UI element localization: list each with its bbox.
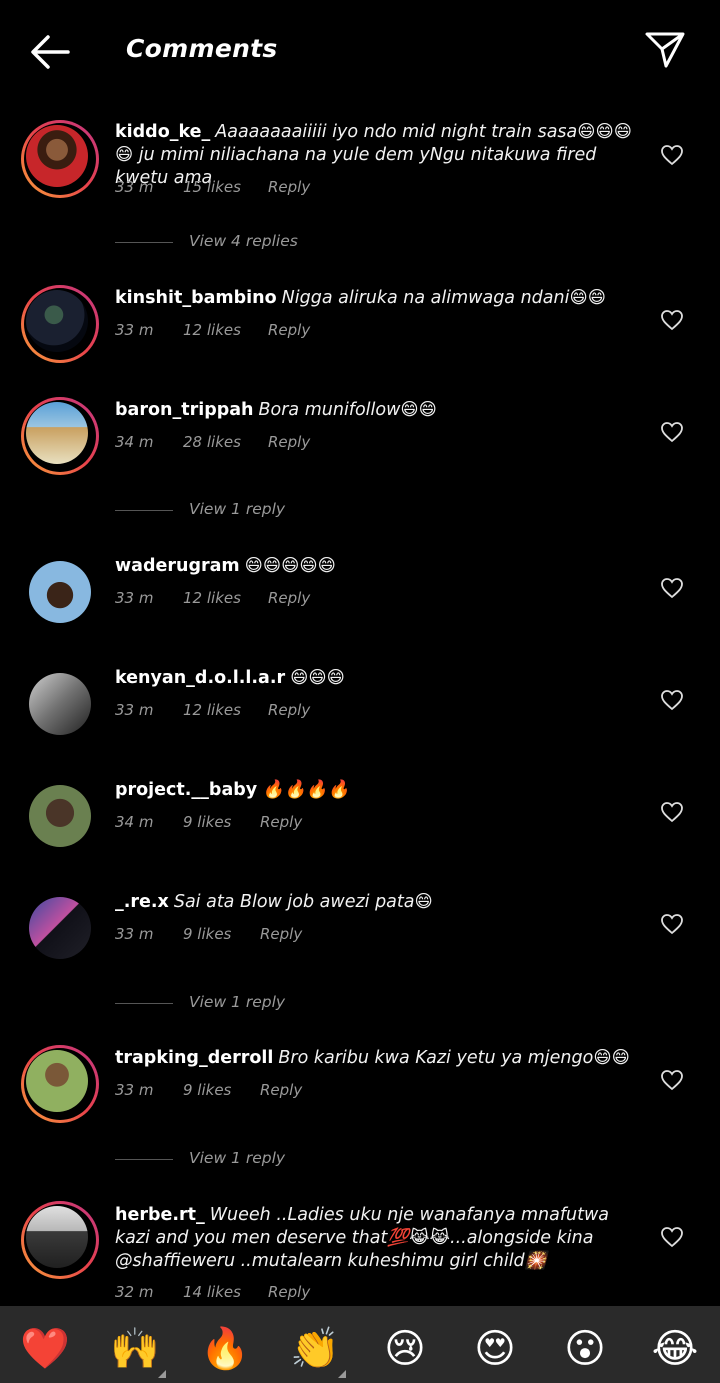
header: Comments: [0, 0, 720, 100]
avatar[interactable]: [21, 665, 99, 743]
skin-tone-indicator-icon: [158, 1370, 166, 1378]
comment-text: Bro karibu kwa Kazi yetu ya mjengo😄😄: [278, 1048, 630, 1068]
reply-button[interactable]: Reply: [260, 1081, 302, 1099]
like-heart-icon[interactable]: [660, 913, 684, 935]
divider-line: [115, 1003, 173, 1004]
comment-likes[interactable]: 12 likes: [183, 321, 241, 339]
comment-time: 33 m: [115, 321, 154, 339]
like-heart-icon[interactable]: [660, 144, 684, 166]
raised-hands-emoji: 🙌: [110, 1326, 160, 1372]
comment-username[interactable]: kinshit_bambino: [115, 288, 277, 308]
tears-of-joy-emoji-button[interactable]: 😂: [650, 1324, 700, 1374]
view-replies-label[interactable]: View 1 reply: [189, 1149, 285, 1167]
reply-button[interactable]: Reply: [268, 321, 310, 339]
comment-username[interactable]: trapking_derroll: [115, 1048, 273, 1068]
crying-emoji-button[interactable]: 😢: [380, 1324, 430, 1374]
like-heart-icon[interactable]: [660, 1226, 684, 1248]
avatar[interactable]: [21, 889, 99, 967]
surprised-emoji-button[interactable]: 😮: [560, 1324, 610, 1374]
emoji-reaction-bar: ❤️ 🙌 🔥 👏 😢 😍 😮 😂: [0, 1306, 720, 1383]
comment-username[interactable]: baron_trippah: [115, 400, 254, 420]
avatar[interactable]: [21, 120, 99, 198]
comment-username[interactable]: project.__baby: [115, 780, 257, 800]
comment-username[interactable]: kenyan_d.o.l.l.a.r: [115, 668, 285, 688]
reply-button[interactable]: Reply: [268, 1283, 310, 1301]
like-heart-icon[interactable]: [660, 577, 684, 599]
like-heart-icon[interactable]: [660, 309, 684, 331]
comment-time: 33 m: [115, 925, 154, 943]
like-heart-icon[interactable]: [660, 801, 684, 823]
comment-text: Bora munifollow😄😄: [258, 400, 437, 420]
comment-text: 🔥🔥🔥🔥: [262, 780, 350, 800]
page-title: Comments: [126, 34, 278, 63]
comment-username[interactable]: _.re.x: [115, 892, 169, 912]
back-arrow-icon[interactable]: [28, 32, 72, 72]
heart-eyes-emoji-button[interactable]: 😍: [470, 1324, 520, 1374]
avatar[interactable]: [21, 1045, 99, 1123]
comment-likes[interactable]: 12 likes: [183, 701, 241, 719]
view-replies-label[interactable]: View 4 replies: [189, 232, 298, 250]
view-replies-label[interactable]: View 1 reply: [189, 500, 285, 518]
divider-line: [115, 1159, 173, 1160]
avatar[interactable]: [21, 285, 99, 363]
reply-button[interactable]: Reply: [268, 589, 310, 607]
comment-text: Sai ata Blow job awezi pata😄: [173, 892, 433, 912]
comment-text: 😄😄😄: [290, 668, 345, 688]
like-heart-icon[interactable]: [660, 1069, 684, 1091]
comment-time: 33 m: [115, 178, 154, 196]
comment-time: 33 m: [115, 589, 154, 607]
comment-time: 33 m: [115, 1081, 154, 1099]
raised-hands-emoji-button[interactable]: 🙌: [110, 1324, 166, 1378]
comment-time: 32 m: [115, 1283, 154, 1301]
reply-button[interactable]: Reply: [260, 813, 302, 831]
comment-username[interactable]: herbe.rt_: [115, 1205, 205, 1225]
comment-username[interactable]: waderugram: [115, 556, 240, 576]
comment-time: 34 m: [115, 433, 154, 451]
like-heart-icon[interactable]: [660, 689, 684, 711]
like-heart-icon[interactable]: [660, 421, 684, 443]
comment-username[interactable]: kiddo_ke_: [115, 122, 210, 142]
comment-likes[interactable]: 14 likes: [183, 1283, 241, 1301]
divider-line: [115, 242, 173, 243]
avatar[interactable]: [21, 1201, 99, 1279]
comment-time: 34 m: [115, 813, 154, 831]
reply-button[interactable]: Reply: [268, 701, 310, 719]
view-replies-label[interactable]: View 1 reply: [189, 993, 285, 1011]
fire-emoji-button[interactable]: 🔥: [200, 1324, 250, 1374]
avatar[interactable]: [21, 553, 99, 631]
comment-text: Nigga aliruka na alimwaga ndani😄😄: [281, 288, 606, 308]
divider-line: [115, 510, 173, 511]
comment-likes[interactable]: 12 likes: [183, 589, 241, 607]
clapping-emoji: 👏: [290, 1326, 340, 1372]
share-icon[interactable]: [644, 30, 686, 70]
heart-emoji-button[interactable]: ❤️: [20, 1324, 70, 1374]
comment-likes[interactable]: 9 likes: [183, 813, 231, 831]
comment-time: 33 m: [115, 701, 154, 719]
comment-likes[interactable]: 9 likes: [183, 1081, 231, 1099]
avatar[interactable]: [21, 397, 99, 475]
reply-button[interactable]: Reply: [268, 433, 310, 451]
clapping-emoji-button[interactable]: 👏: [290, 1324, 346, 1378]
comment-text: 😄😄😄😄😄: [244, 556, 336, 576]
comment-likes[interactable]: 28 likes: [183, 433, 241, 451]
reply-button[interactable]: Reply: [268, 178, 310, 196]
comment-likes[interactable]: 9 likes: [183, 925, 231, 943]
comment-likes[interactable]: 15 likes: [183, 178, 241, 196]
reply-button[interactable]: Reply: [260, 925, 302, 943]
avatar[interactable]: [21, 777, 99, 855]
skin-tone-indicator-icon: [338, 1370, 346, 1378]
